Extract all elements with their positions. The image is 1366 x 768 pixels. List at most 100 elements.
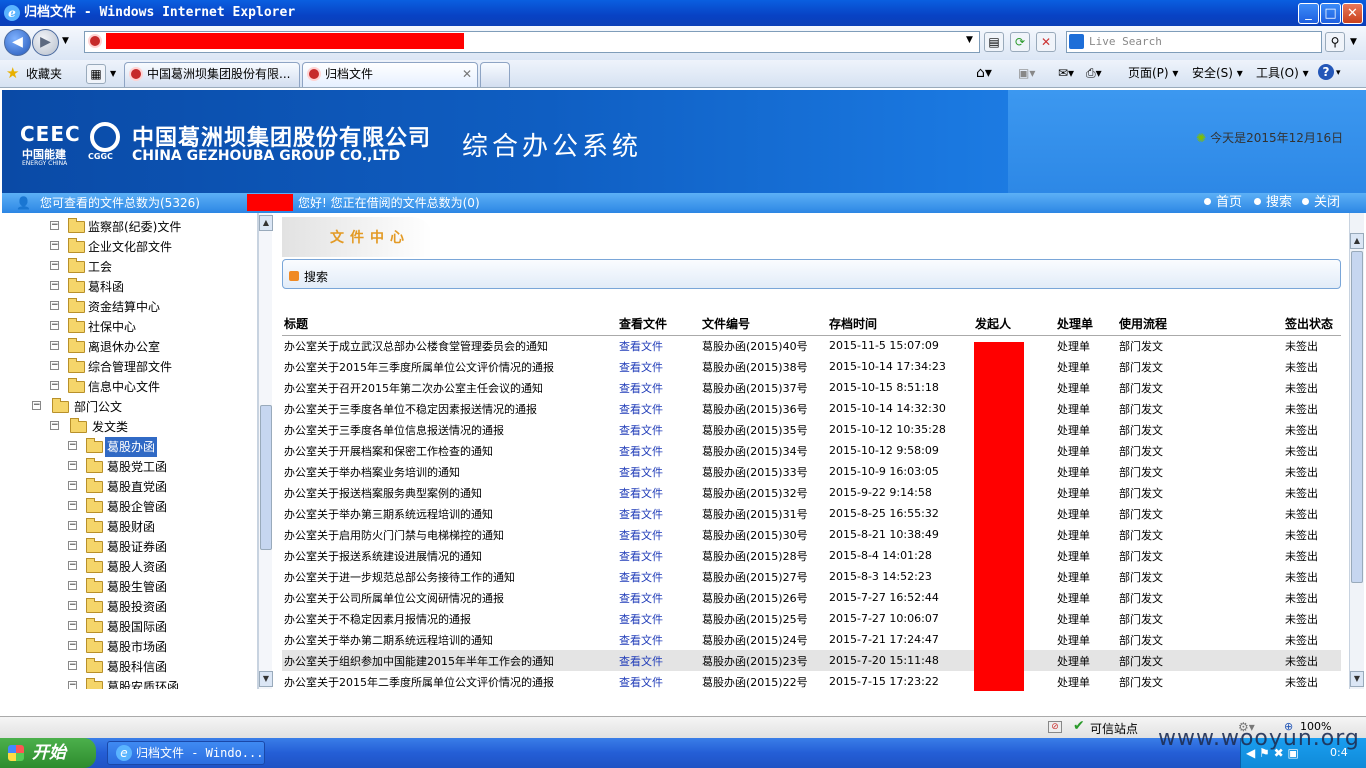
- mail-icon[interactable]: ✉▾: [1058, 64, 1074, 82]
- view-file-link[interactable]: 查看文件: [617, 482, 700, 503]
- popup-blocked-icon[interactable]: ⊘: [1048, 721, 1062, 733]
- back-button[interactable]: ◀: [4, 29, 31, 56]
- row-form[interactable]: 处理单: [1055, 629, 1117, 650]
- col-time[interactable]: 存档时间: [827, 313, 973, 336]
- col-initiator[interactable]: 发起人: [973, 313, 1055, 336]
- tab-list-dropdown-icon[interactable]: ▼: [110, 69, 116, 78]
- col-view[interactable]: 查看文件: [617, 313, 700, 336]
- view-file-link[interactable]: 查看文件: [619, 634, 663, 647]
- collapse-icon[interactable]: −: [68, 541, 77, 550]
- collapse-icon[interactable]: −: [50, 261, 59, 270]
- quick-tabs-icon[interactable]: ▦: [86, 64, 106, 84]
- search-link[interactable]: 搜索: [1254, 193, 1292, 213]
- scroll-down-icon[interactable]: ▼: [259, 671, 273, 687]
- table-row[interactable]: 办公室关于三季度各单位信息报送情况的通报 查看文件 葛股办函(2015)35号 201…: [282, 419, 1341, 440]
- row-form[interactable]: 处理单: [1055, 524, 1117, 545]
- collapse-icon[interactable]: −: [50, 381, 59, 390]
- row-form[interactable]: 处理单: [1055, 566, 1117, 587]
- collapse-icon[interactable]: −: [32, 401, 41, 410]
- table-row[interactable]: 办公室关于2015年三季度所属单位公文评价情况的通报 查看文件 葛股办函(2015)…: [282, 356, 1341, 377]
- refresh-icon[interactable]: ⟳: [1010, 32, 1030, 52]
- view-file-link[interactable]: 查看文件: [619, 466, 663, 479]
- col-title[interactable]: 标题: [282, 313, 617, 336]
- table-row[interactable]: 办公室关于成立武汉总部办公楼食堂管理委员会的通知 查看文件 葛股办函(2015)40…: [282, 335, 1341, 356]
- view-file-link[interactable]: 查看文件: [617, 671, 700, 692]
- search-input[interactable]: Live Search: [1066, 31, 1322, 53]
- row-form[interactable]: 处理单: [1055, 587, 1117, 608]
- scroll-thumb[interactable]: [260, 405, 272, 550]
- table-row[interactable]: 办公室关于报送档案服务典型案例的通知 查看文件 葛股办函(2015)32号 2015-…: [282, 482, 1341, 503]
- row-form[interactable]: 处理单: [1055, 335, 1117, 356]
- scroll-up-icon[interactable]: ▲: [1350, 233, 1364, 249]
- forward-button[interactable]: ▶: [32, 29, 59, 56]
- main-scrollbar[interactable]: ▲ ▼: [1349, 213, 1364, 689]
- search-toggle[interactable]: 搜索: [304, 268, 328, 285]
- table-row[interactable]: 办公室关于举办档案业务培训的通知 查看文件 葛股办函(2015)33号 2015-10…: [282, 461, 1341, 482]
- row-form[interactable]: 处理单: [1055, 377, 1117, 398]
- view-file-link[interactable]: 查看文件: [619, 676, 663, 689]
- view-file-link[interactable]: 查看文件: [617, 335, 700, 356]
- collapse-icon[interactable]: −: [50, 341, 59, 350]
- table-row[interactable]: 办公室关于报送系统建设进展情况的通知 查看文件 葛股办函(2015)28号 2015-…: [282, 545, 1341, 566]
- home-link[interactable]: 首页: [1204, 193, 1242, 213]
- view-file-link[interactable]: 查看文件: [619, 529, 663, 542]
- view-file-link[interactable]: 查看文件: [617, 650, 700, 671]
- table-row[interactable]: 办公室关于进一步规范总部公务接待工作的通知 查看文件 葛股办函(2015)27号 20…: [282, 566, 1341, 587]
- collapse-icon[interactable]: −: [68, 481, 77, 490]
- collapse-icon[interactable]: −: [50, 361, 59, 370]
- view-file-link[interactable]: 查看文件: [617, 608, 700, 629]
- scroll-thumb[interactable]: [1351, 251, 1363, 583]
- row-form[interactable]: 处理单: [1055, 419, 1117, 440]
- view-file-link[interactable]: 查看文件: [619, 655, 663, 668]
- table-row[interactable]: 办公室关于召开2015年第二次办公室主任会议的通知 查看文件 葛股办函(2015)3…: [282, 377, 1341, 398]
- search-icon[interactable]: ⚲: [1325, 32, 1345, 52]
- home-icon[interactable]: ⌂▾: [976, 64, 992, 82]
- view-file-link[interactable]: 查看文件: [617, 503, 700, 524]
- tools-menu[interactable]: 工具(O) ▾: [1256, 64, 1309, 82]
- address-dropdown-icon[interactable]: ▼: [966, 35, 973, 45]
- table-row[interactable]: 办公室关于举办第三期系统远程培训的通知 查看文件 葛股办函(2015)31号 2015…: [282, 503, 1341, 524]
- help-dropdown-icon[interactable]: ▾: [1336, 64, 1341, 82]
- view-file-link[interactable]: 查看文件: [619, 424, 663, 437]
- view-file-link[interactable]: 查看文件: [619, 613, 663, 626]
- tab-company-home[interactable]: 中国葛洲坝集团股份有限...: [124, 62, 300, 87]
- view-file-link[interactable]: 查看文件: [619, 592, 663, 605]
- view-file-link[interactable]: 查看文件: [619, 487, 663, 500]
- row-form[interactable]: 处理单: [1055, 356, 1117, 377]
- collapse-icon[interactable]: −: [50, 321, 59, 330]
- collapse-icon[interactable]: −: [68, 461, 77, 470]
- collapse-icon[interactable]: −: [50, 221, 59, 230]
- table-row[interactable]: 办公室关于举办第二期系统远程培训的通知 查看文件 葛股办函(2015)24号 2015…: [282, 629, 1341, 650]
- view-file-link[interactable]: 查看文件: [617, 545, 700, 566]
- view-file-link[interactable]: 查看文件: [617, 566, 700, 587]
- search-panel[interactable]: [282, 259, 1341, 289]
- collapse-icon[interactable]: −: [68, 561, 77, 570]
- stop-icon[interactable]: ✕: [1036, 32, 1056, 52]
- collapse-icon[interactable]: −: [68, 661, 77, 670]
- view-file-link[interactable]: 查看文件: [617, 587, 700, 608]
- row-form[interactable]: 处理单: [1055, 545, 1117, 566]
- row-form[interactable]: 处理单: [1055, 671, 1117, 692]
- row-form[interactable]: 处理单: [1055, 608, 1117, 629]
- view-file-link[interactable]: 查看文件: [617, 629, 700, 650]
- row-form[interactable]: 处理单: [1055, 650, 1117, 671]
- view-file-link[interactable]: 查看文件: [617, 356, 700, 377]
- row-form[interactable]: 处理单: [1055, 482, 1117, 503]
- close-tab-icon[interactable]: ✕: [462, 63, 472, 86]
- collapse-icon[interactable]: −: [68, 601, 77, 610]
- security-zone[interactable]: 可信站点: [1090, 720, 1138, 737]
- minimize-button[interactable]: _: [1298, 3, 1319, 24]
- col-number[interactable]: 文件编号: [700, 313, 827, 336]
- close-link[interactable]: 关闭: [1302, 193, 1340, 213]
- scroll-down-icon[interactable]: ▼: [1350, 671, 1364, 687]
- view-file-link[interactable]: 查看文件: [619, 403, 663, 416]
- view-file-link[interactable]: 查看文件: [617, 524, 700, 545]
- table-row[interactable]: 办公室关于启用防火门门禁与电梯梯控的通知 查看文件 葛股办函(2015)30号 201…: [282, 524, 1341, 545]
- collapse-icon[interactable]: −: [68, 581, 77, 590]
- view-file-link[interactable]: 查看文件: [619, 508, 663, 521]
- view-file-link[interactable]: 查看文件: [619, 571, 663, 584]
- collapse-icon[interactable]: −: [68, 521, 77, 530]
- table-row[interactable]: 办公室关于三季度各单位不稳定因素报送情况的通报 查看文件 葛股办函(2015)36号…: [282, 398, 1341, 419]
- close-window-button[interactable]: ✕: [1342, 3, 1363, 24]
- new-tab-button[interactable]: [480, 62, 510, 87]
